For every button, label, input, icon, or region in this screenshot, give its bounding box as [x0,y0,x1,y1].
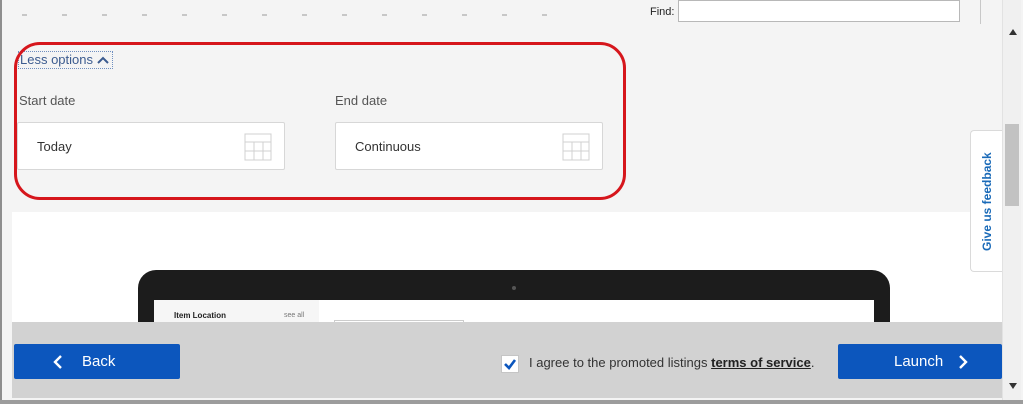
scroll-thumb[interactable] [1005,124,1019,206]
less-options-label: Less options [20,52,93,67]
feedback-label: Give us feedback [980,152,994,252]
vertical-scrollbar[interactable] [1002,0,1021,400]
launch-button[interactable]: Launch [838,344,1002,379]
checkmark-icon [504,359,517,370]
terms-of-service-link[interactable]: terms of service [711,355,811,370]
start-date-label: Start date [19,93,76,108]
agree-checkbox[interactable] [501,355,519,373]
chevron-right-icon [959,354,968,369]
browser-viewport: Find: Less options Start date Today End … [0,0,1023,404]
calendar-icon[interactable] [562,133,590,161]
chevron-up-icon [97,56,109,64]
back-button[interactable]: Back [14,344,180,379]
less-options-toggle[interactable]: Less options [18,51,113,69]
start-date-value: Today [37,139,72,154]
laptop-preview-image: Item Location see all [138,270,890,330]
end-date-value: Continuous [355,139,421,154]
find-bar: Find: [642,0,992,24]
agree-suffix: . [810,355,815,370]
laptop-camera [512,286,516,290]
preview-see-all: see all [284,312,305,319]
truncated-text-line [22,14,582,16]
end-date-field[interactable]: Continuous [335,122,603,170]
window-bottom-edge [0,400,1023,404]
chevron-left-icon [53,354,62,369]
find-input[interactable] [678,0,960,22]
calendar-icon[interactable] [244,133,272,161]
scroll-down-arrow-icon[interactable] [1008,382,1018,390]
preview-item-location: Item Location [174,311,227,320]
back-label: Back [82,353,116,370]
find-divider [980,0,981,24]
launch-label: Launch [894,353,944,370]
scroll-up-arrow-icon[interactable] [1008,28,1018,36]
agree-prefix: I agree to the promoted listings [529,355,712,370]
start-date-field[interactable]: Today [17,122,285,170]
give-feedback-tab[interactable]: Give us feedback [970,130,1002,272]
footer-bar: Back I agree to the promoted listings te… [12,322,1004,398]
find-label: Find: [650,6,675,18]
end-date-label: End date [335,93,388,108]
agree-text: I agree to the promoted listings terms o… [529,355,814,370]
